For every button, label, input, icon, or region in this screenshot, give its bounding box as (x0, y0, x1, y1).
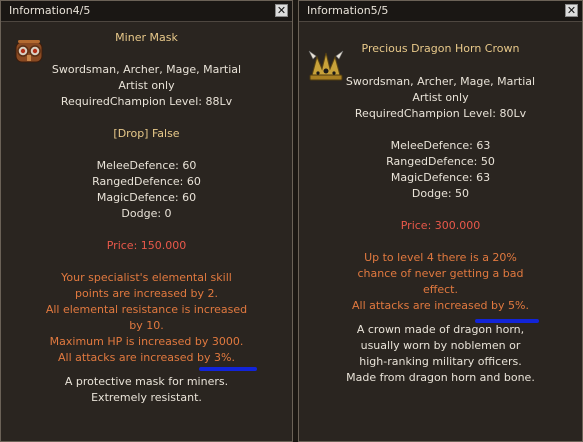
annotation-underline (199, 367, 257, 371)
class-restriction: Artist only (118, 79, 175, 92)
close-button[interactable]: ✕ (565, 4, 578, 17)
stat-line: MagicDefence: 60 (96, 191, 197, 204)
price: Price: 300.000 (400, 219, 481, 232)
drop-status: [Drop] False (113, 127, 180, 140)
stat-line: MeleeDefence: 63 (390, 139, 491, 152)
effect-line: All elemental resistance is increased (45, 303, 248, 316)
effect-line: Maximum HP is increased by 3000. (49, 335, 244, 348)
close-button[interactable]: ✕ (275, 4, 288, 17)
description-line: usually worn by noblemen or (360, 339, 521, 352)
item-details: Precious Dragon Horn Crown Swordsman, Ar… (299, 41, 582, 386)
stat-line: Dodge: 0 (121, 207, 172, 220)
required-level: RequiredChampion Level: 88Lv (60, 95, 233, 108)
effect-line: All attacks are increased by 5%. (352, 299, 529, 312)
window-title: Information5/5 (307, 4, 389, 17)
effect-line: All attacks are increased by 3%. (58, 351, 235, 364)
item-name: Precious Dragon Horn Crown (361, 42, 520, 55)
window-title: Information4/5 (9, 4, 91, 17)
description-line: Made from dragon horn and bone. (346, 371, 535, 384)
description-line: A protective mask for miners. (64, 375, 229, 388)
required-level: RequiredChampion Level: 80Lv (354, 107, 527, 120)
info-panel-right: Information5/5 ✕ Precious Dragon Horn Cr… (298, 0, 583, 442)
effect-line: Your specialist's elemental skill (61, 271, 232, 284)
effect-line: Up to level 4 there is a 20% (364, 251, 517, 264)
effect-line: points are increased by 2. (75, 287, 218, 300)
description-line: high-ranking military officers. (359, 355, 522, 368)
effect-line: by 10. (129, 319, 164, 332)
info-panel-left: Information4/5 ✕ Miner Mask Swordsman, A… (0, 0, 293, 442)
effect-line: chance of never getting a bad (357, 267, 524, 280)
titlebar[interactable]: Information4/5 ✕ (1, 1, 292, 22)
item-name: Miner Mask (115, 31, 178, 44)
description-line: A crown made of dragon horn, (356, 323, 525, 336)
annotation-underline (475, 319, 539, 323)
titlebar[interactable]: Information5/5 ✕ (299, 1, 582, 22)
class-restriction: Swordsman, Archer, Mage, Martial (51, 63, 242, 76)
stat-line: RangedDefence: 60 (92, 175, 201, 188)
effect-line: effect. (423, 283, 458, 296)
price: Price: 150.000 (106, 239, 187, 252)
class-restriction: Artist only (412, 91, 469, 104)
item-details: Miner Mask Swordsman, Archer, Mage, Mart… (1, 30, 292, 406)
description-line: Extremely resistant. (91, 391, 202, 404)
stat-line: Dodge: 50 (411, 187, 470, 200)
stat-line: RangedDefence: 50 (386, 155, 495, 168)
class-restriction: Swordsman, Archer, Mage, Martial (345, 75, 536, 88)
stat-line: MagicDefence: 63 (390, 171, 491, 184)
stat-line: MeleeDefence: 60 (96, 159, 197, 172)
